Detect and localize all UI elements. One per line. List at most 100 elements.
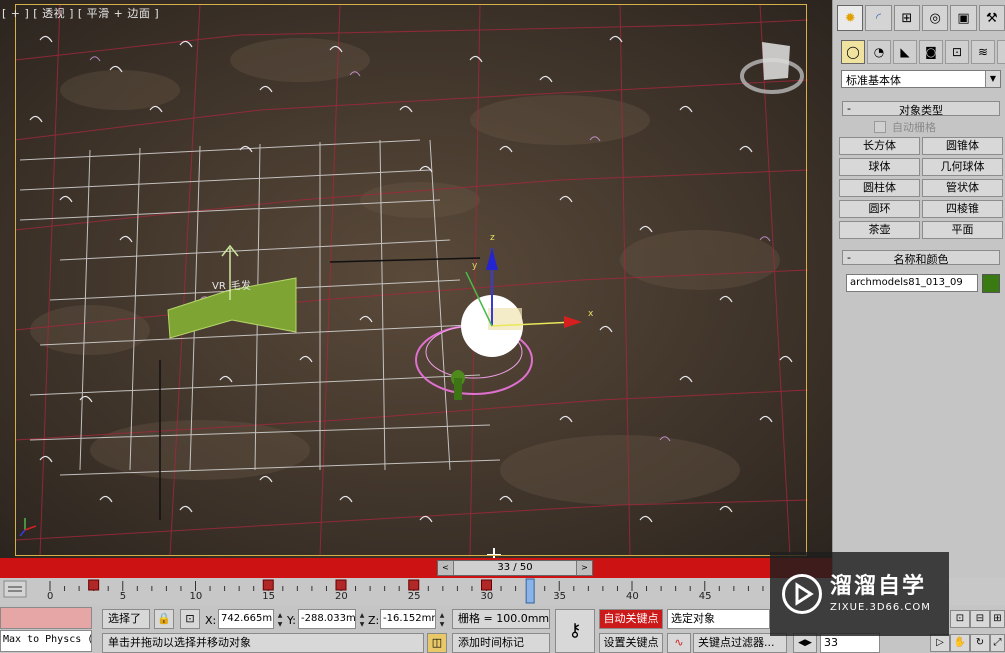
- watermark-overlay: 溜溜自学 ZIXUE.3D66.COM: [770, 552, 949, 636]
- cylinder-button[interactable]: 圆柱体: [839, 179, 920, 197]
- tube-button[interactable]: 管状体: [922, 179, 1003, 197]
- checkbox-icon[interactable]: [874, 121, 886, 133]
- play-icon[interactable]: ▷: [930, 634, 950, 652]
- key-marker: [408, 579, 420, 591]
- cone-button[interactable]: 圆锥体: [922, 137, 1003, 155]
- motion-icon[interactable]: ◎: [921, 5, 949, 31]
- key-marker: [335, 579, 347, 591]
- perspective-viewport[interactable]: y x z [ + ] [ 透视 ] [ 平滑 + 边面 ] VR_毛发: [0, 0, 832, 558]
- plane-button[interactable]: 平面: [922, 221, 1003, 239]
- x-coordinate-input[interactable]: 742.665mr: [218, 609, 274, 629]
- z-label: Z:: [368, 614, 380, 627]
- set-key-button[interactable]: 设置关键点: [599, 633, 663, 653]
- category-value: 标准基本体: [846, 74, 901, 87]
- modify-icon[interactable]: ◜: [865, 5, 892, 31]
- frame-tick-label: 45: [698, 591, 712, 602]
- x-spinner[interactable]: ▲ ▼: [276, 611, 284, 629]
- frame-tick-label: 0: [47, 591, 54, 602]
- pan-icon[interactable]: ✋: [950, 634, 970, 652]
- key-set-dropdown[interactable]: 选定对象: [667, 609, 770, 629]
- add-time-tag-button[interactable]: 添加时间标记: [452, 633, 550, 653]
- spacewarps-icon[interactable]: ≋: [971, 40, 995, 64]
- time-tag-icon[interactable]: ◫: [427, 633, 447, 653]
- y-coordinate-input[interactable]: -288.033m: [298, 609, 356, 629]
- viewport-label[interactable]: [ + ] [ 透视 ] [ 平滑 + 边面 ]: [2, 5, 159, 21]
- current-frame-input[interactable]: 33: [820, 633, 880, 653]
- auto-key-button[interactable]: 自动关键点: [599, 609, 663, 629]
- frame-tick-label: 35: [553, 591, 566, 602]
- active-viewport-border: [15, 4, 807, 556]
- watermark-url: ZIXUE.3D66.COM: [830, 602, 931, 613]
- grid-size-display: 栅格 = 100.0mm: [452, 609, 550, 629]
- maximize-viewport-icon[interactable]: ⤢: [990, 634, 1005, 652]
- frame-tick-label: 25: [407, 591, 421, 602]
- autogrid-checkbox[interactable]: 自动栅格: [874, 120, 936, 134]
- sphere-button[interactable]: 球体: [839, 158, 920, 176]
- utilities-icon[interactable]: ⚒: [978, 5, 1005, 31]
- z-spinner[interactable]: ▲ ▼: [438, 611, 446, 629]
- display-icon[interactable]: ▣: [950, 5, 977, 31]
- time-slider-thumb[interactable]: 33 / 50: [454, 561, 576, 575]
- key-marker: [88, 579, 100, 591]
- geosphere-button[interactable]: 几何球体: [922, 158, 1003, 176]
- zoom-extents-icon[interactable]: ⊡: [950, 610, 970, 628]
- track-bar-ticks: [3, 578, 764, 604]
- current-frame-indicator: [525, 578, 535, 604]
- key-mode-toggle-icon[interactable]: ◀▶: [793, 633, 817, 653]
- next-frame-button[interactable]: >: [576, 561, 592, 575]
- object-color-swatch[interactable]: [982, 274, 1000, 293]
- frame-tick-label: 40: [626, 591, 639, 602]
- helpers-icon[interactable]: ⊡: [945, 40, 969, 64]
- watermark-title: 溜溜自学: [830, 574, 927, 599]
- track-bar[interactable]: [0, 578, 770, 606]
- key-mode-icon[interactable]: ∿: [667, 633, 691, 653]
- geometry-icon[interactable]: ◯: [841, 40, 865, 64]
- key-marker: [262, 579, 274, 591]
- vr-hair-object-label: VR_毛发: [212, 281, 251, 292]
- object-name-input[interactable]: archmodels81_013_09: [846, 274, 978, 292]
- key-filters-button[interactable]: 关键点过滤器...: [693, 633, 787, 653]
- shapes-icon[interactable]: ◔: [867, 40, 891, 64]
- command-panel-tabs: ✹ ◜ ⊞ ◎ ▣ ⚒: [837, 5, 1005, 31]
- systems-icon[interactable]: ✲: [997, 40, 1005, 64]
- watermark-logo: [782, 574, 822, 614]
- lights-icon[interactable]: ◣: [893, 40, 917, 64]
- pyramid-button[interactable]: 四棱锥: [922, 200, 1003, 218]
- frame-tick-label: 5: [119, 591, 127, 602]
- object-type-title: 对象类型: [899, 104, 943, 117]
- maxscript-listener-top[interactable]: [0, 607, 92, 629]
- prev-frame-button[interactable]: <: [438, 561, 454, 575]
- time-slider-track[interactable]: [0, 558, 832, 578]
- create-subcategory-tabs: ◯ ◔ ◣ ◙ ⊡ ≋ ✲: [841, 40, 1005, 64]
- frame-tick-label: 20: [335, 591, 348, 602]
- category-dropdown[interactable]: 标准基本体 ▼: [841, 70, 1001, 88]
- zoom-region-icon[interactable]: ⊟: [970, 610, 990, 628]
- teapot-button[interactable]: 茶壶: [839, 221, 920, 239]
- key-marker: [481, 579, 492, 591]
- torus-button[interactable]: 圆环: [839, 200, 920, 218]
- absolute-mode-icon[interactable]: ⊡: [180, 609, 200, 629]
- z-coordinate-input[interactable]: -16.152mn: [380, 609, 436, 629]
- frame-tick-label: 15: [262, 591, 275, 602]
- autogrid-label: 自动栅格: [892, 121, 936, 134]
- lock-icon[interactable]: 🔒: [154, 609, 174, 629]
- prompt-line: 单击并拖动以选择并移动对象: [102, 633, 424, 653]
- time-slider[interactable]: < 33 / 50 >: [437, 560, 593, 576]
- y-spinner[interactable]: ▲ ▼: [358, 611, 366, 629]
- key-icon[interactable]: ⚷: [555, 609, 595, 653]
- chevron-down-icon[interactable]: ▼: [985, 71, 1000, 87]
- maxscript-mini-listener[interactable]: Max to Physcs (: [0, 630, 92, 652]
- name-color-rollout-header[interactable]: - 名称和颜色: [842, 250, 1000, 266]
- cameras-icon[interactable]: ◙: [919, 40, 943, 64]
- y-label: Y:: [287, 614, 296, 627]
- curve-editor-icon: [3, 580, 27, 598]
- zoom-all-icon[interactable]: ⊞: [990, 610, 1005, 628]
- x-label: X:: [205, 614, 217, 627]
- create-icon[interactable]: ✹: [837, 5, 864, 31]
- frame-tick-label: 30: [480, 591, 494, 602]
- orbit-icon[interactable]: ↻: [970, 634, 990, 652]
- object-type-rollout-header[interactable]: - 对象类型: [842, 101, 1000, 117]
- frame-tick-label: 10: [189, 591, 203, 602]
- hierarchy-icon[interactable]: ⊞: [893, 5, 920, 31]
- box-button[interactable]: 长方体: [839, 137, 920, 155]
